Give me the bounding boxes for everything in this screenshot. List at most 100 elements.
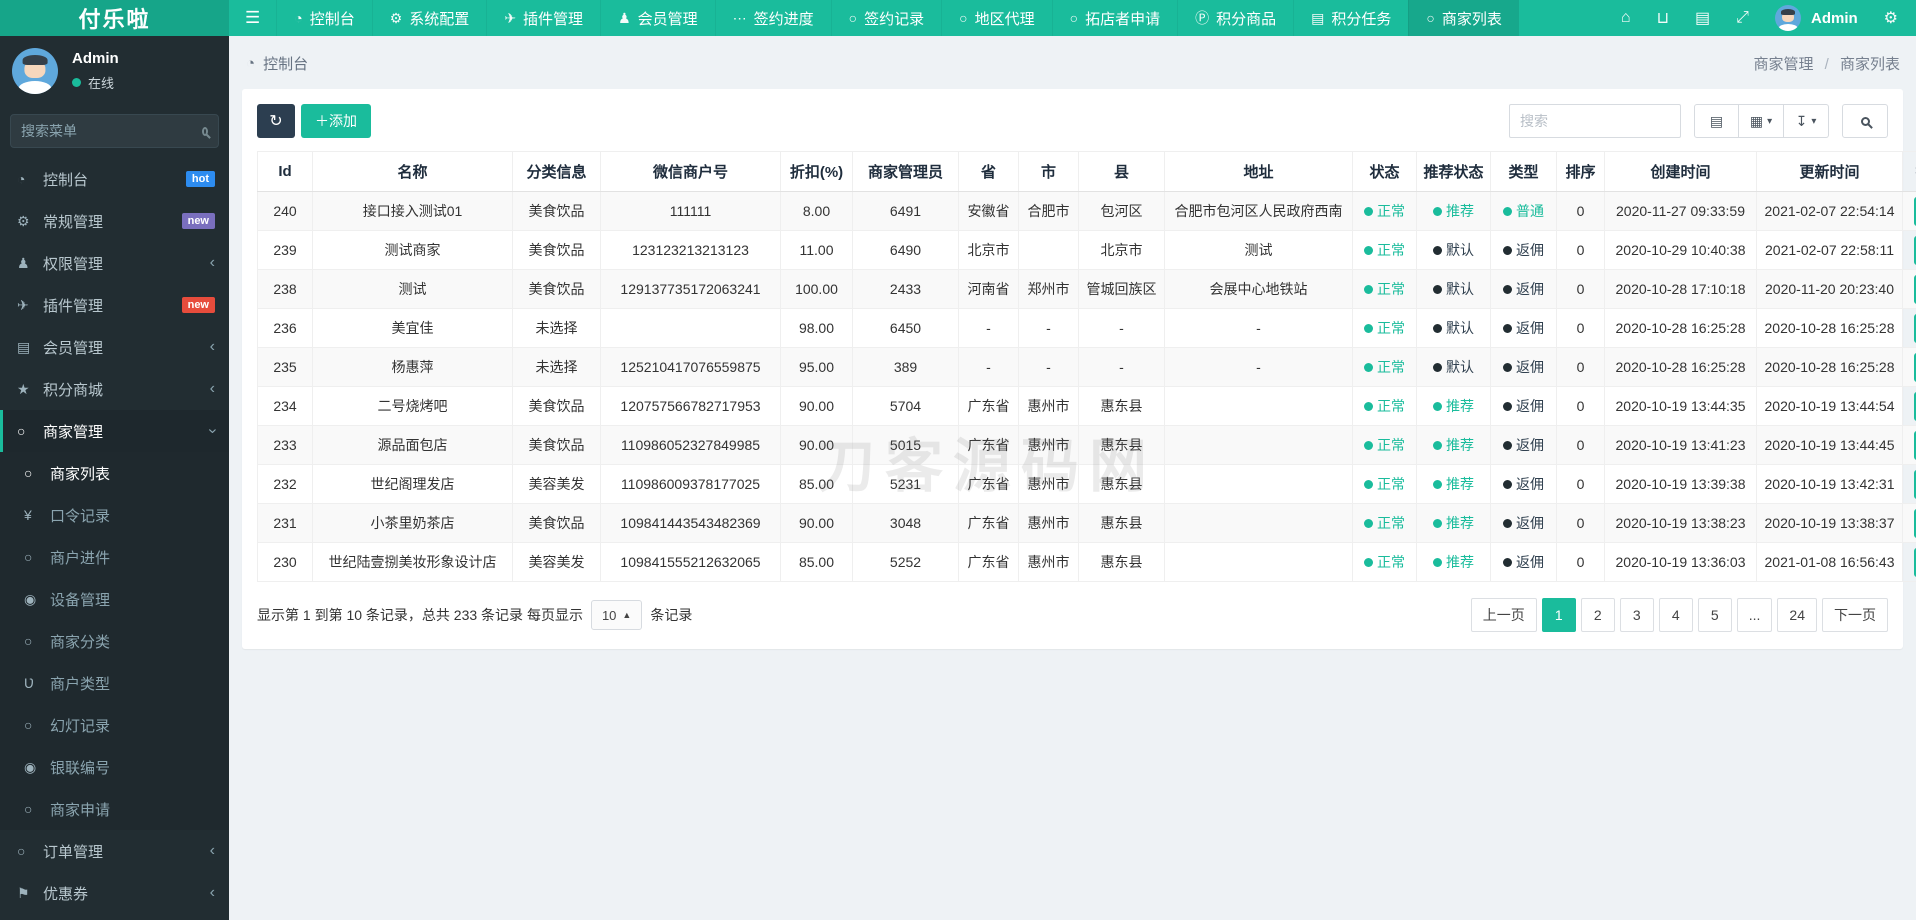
cell-status: 正常 (1352, 269, 1417, 309)
nav-item-label: 积分商品 (1216, 10, 1277, 28)
column-header[interactable]: 类型 (1490, 151, 1557, 192)
cell-name: 世纪阁理发店 (312, 464, 513, 504)
nav-item-label: 系统配置 (409, 10, 470, 28)
sidebar-item-merchant-list[interactable]: ○ 商家列表 (0, 452, 229, 494)
table-body: 240 接口接入测试01 美食饮品 111111 8.00 6491 安徽省 合肥市 包河区 合肥… (257, 191, 1916, 582)
nav-item-plugin-manage[interactable]: ✈ 插件管理 (486, 0, 600, 36)
sidebar-item-label: 常规管理 (43, 213, 104, 231)
column-header[interactable]: 名称 (312, 151, 513, 192)
doc-icon[interactable]: ▤ (1695, 8, 1710, 28)
trash-icon[interactable]: ⊔ (1657, 8, 1669, 28)
nav-item-console[interactable]: ◔ 控制台 (276, 0, 371, 36)
status-dot-icon (1433, 362, 1442, 372)
export-button[interactable]: ↧ ▾ (1784, 104, 1829, 138)
column-header[interactable]: 县 (1078, 151, 1165, 192)
nav-item-shop-apply[interactable]: ○ 拓店者申请 (1051, 0, 1177, 36)
sidebar-item-auth-manage[interactable]: ♟ 权限管理 ‹ (0, 242, 229, 284)
gears-icon[interactable]: ⚙ (1884, 8, 1898, 28)
column-header[interactable]: 微信商户号 (600, 151, 781, 192)
column-header[interactable]: 操作 (1902, 151, 1916, 192)
page-button-1[interactable]: 1 (1541, 598, 1576, 632)
sidebar-item-plugin-manage[interactable]: ✈ 插件管理 new (0, 284, 229, 326)
status-dot-icon (1433, 479, 1442, 489)
sidebar-item-console[interactable]: ◔ 控制台 hot (0, 158, 229, 200)
nav-item-merchant-list[interactable]: ○ 商家列表 (1408, 0, 1519, 36)
column-header[interactable]: 创建时间 (1604, 151, 1757, 192)
cell-category: 美食饮品 (512, 425, 601, 465)
sidebar-item-merchant-apply[interactable]: ○ 商家申请 (0, 788, 229, 830)
breadcrumb-left[interactable]: 控制台 (263, 53, 308, 74)
column-header[interactable]: Id (257, 151, 313, 192)
cell-actions: ✎ (1902, 269, 1916, 309)
column-header[interactable]: 商家管理员 (852, 151, 959, 192)
sidebar-item-order-manage[interactable]: ○ 订单管理 ‹ (0, 830, 229, 872)
cell-county: 包河区 (1078, 191, 1165, 231)
table-search-input[interactable] (1509, 104, 1681, 138)
cell-type: 返佣 (1490, 386, 1557, 426)
cell-discount: 90.00 (780, 386, 853, 426)
page-button-24[interactable]: 24 (1777, 598, 1817, 632)
cell-county: - (1078, 347, 1165, 387)
sidebar-search[interactable] (10, 114, 219, 148)
column-header[interactable]: 更新时间 (1756, 151, 1903, 192)
column-header[interactable]: 分类信息 (512, 151, 601, 192)
cell-address (1164, 503, 1353, 543)
column-header[interactable]: 推荐状态 (1416, 151, 1491, 192)
nav-item-system-config[interactable]: ⚙ 系统配置 (371, 0, 487, 36)
nav-item-sign-record[interactable]: ○ 签约记录 (830, 0, 941, 36)
nav-item-region-agent[interactable]: ○ 地区代理 (941, 0, 1051, 36)
page-button-2[interactable]: 2 (1580, 598, 1615, 632)
navbar-user[interactable]: Admin (1774, 5, 1858, 31)
column-header[interactable]: 市 (1018, 151, 1079, 192)
column-header[interactable]: 省 (958, 151, 1019, 192)
sidebar-item-general-manage[interactable]: ⚙ 常规管理 new (0, 200, 229, 242)
ellipsis-page-button: ... (1736, 598, 1773, 632)
avatar[interactable] (12, 48, 58, 94)
refresh-button[interactable]: ↻ (257, 104, 295, 138)
sidebar-item-member-manage[interactable]: ▤ 会员管理 ‹ (0, 326, 229, 368)
nav-item-member-manage[interactable]: ♟ 会员管理 (600, 0, 715, 36)
cell-discount: 95.00 (780, 347, 853, 387)
page-button-5[interactable]: 5 (1697, 598, 1732, 632)
sidebar-item-merchant-category[interactable]: ○ 商家分类 (0, 620, 229, 662)
nav-item-points-goods[interactable]: Ⓟ 积分商品 (1177, 0, 1293, 36)
column-header[interactable]: 状态 (1352, 151, 1417, 192)
detail-view-button[interactable]: ▤ (1694, 104, 1739, 138)
column-header[interactable]: 折扣(%) (780, 151, 853, 192)
prev-page-button[interactable]: 上一页 (1470, 598, 1537, 632)
sidebar-search-input[interactable] (21, 123, 202, 139)
status-dot-icon (1433, 440, 1442, 450)
sidebar-item-password-record[interactable]: ¥ 口令记录 (0, 494, 229, 536)
cell-status: 正常 (1352, 386, 1417, 426)
sidebar-item-device-manage[interactable]: ◉ 设备管理 (0, 578, 229, 620)
cell-address: 会展中心地铁站 (1164, 269, 1353, 309)
columns-button[interactable]: ▦ ▾ (1739, 104, 1784, 138)
column-header[interactable]: 地址 (1164, 151, 1353, 192)
home-icon[interactable]: ⌂ (1621, 9, 1631, 27)
page-button-4[interactable]: 4 (1658, 598, 1693, 632)
column-header[interactable]: 排序 (1556, 151, 1605, 192)
cell-type: 返佣 (1490, 464, 1557, 504)
sidebar-item-unionpay-number[interactable]: ◉ 银联编号 (0, 746, 229, 788)
search-button[interactable] (1842, 104, 1888, 138)
fullscreen-icon[interactable]: ⤢ (1736, 9, 1749, 27)
hamburger-icon[interactable]: ☰ (229, 0, 276, 36)
cell-name: 世纪陆壹捌美妆形象设计店 (312, 542, 513, 582)
page-button-3[interactable]: 3 (1619, 598, 1654, 632)
breadcrumb-separator: / (1824, 56, 1829, 73)
breadcrumb-section[interactable]: 商家管理 (1753, 56, 1813, 73)
sidebar-item-merchant-manage[interactable]: ○ 商家管理 ‹ (0, 410, 229, 452)
sidebar-item-points-mall[interactable]: ★ 积分商城 ‹ (0, 368, 229, 410)
cell-county: 惠东县 (1078, 464, 1165, 504)
add-button[interactable]: ＋添加 (301, 104, 371, 138)
sidebar-item-merchant-incoming[interactable]: ○ 商户进件 (0, 536, 229, 578)
next-page-button[interactable]: 下一页 (1822, 598, 1888, 632)
cell-category: 美食饮品 (512, 230, 601, 270)
sidebar-item-merchant-type[interactable]: Ʋ 商户类型 (0, 662, 229, 704)
cell-address (1164, 425, 1353, 465)
sidebar-item-slide-record[interactable]: ○ 幻灯记录 (0, 704, 229, 746)
nav-item-sign-progress[interactable]: ⋯ 签约进度 (714, 0, 831, 36)
page-size-dropdown[interactable]: 10 ▲ (590, 600, 643, 630)
sidebar-item-coupon[interactable]: ⚑ 优惠券 ‹ (0, 872, 229, 914)
nav-item-points-task[interactable]: ▤ 积分任务 (1293, 0, 1408, 36)
